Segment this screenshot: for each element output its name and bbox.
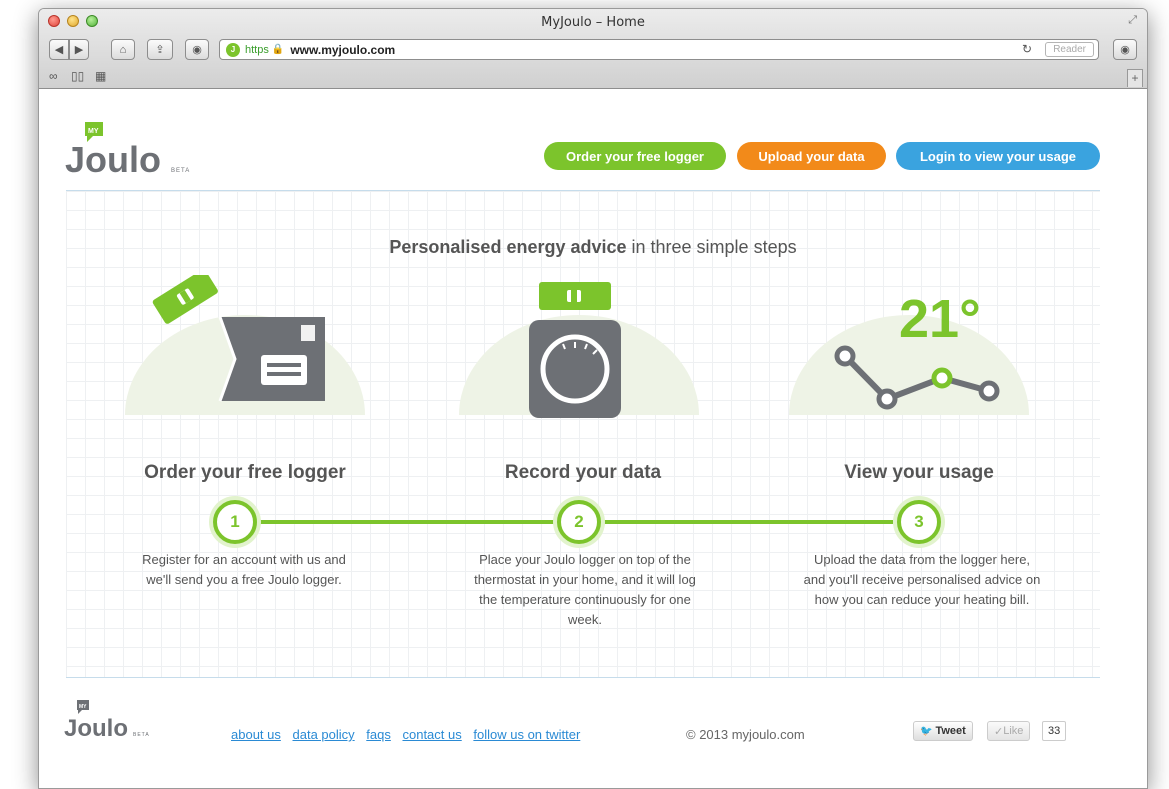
forward-arrow-icon: ▶ xyxy=(74,44,84,56)
footer-logo-name: Joulo xyxy=(64,715,128,742)
steps-timeline: 1 2 3 xyxy=(213,500,941,548)
reader-button[interactable]: Reader xyxy=(1045,42,1094,57)
thermostat-illustration xyxy=(459,282,699,427)
headline-rest: in three simple steps xyxy=(626,237,797,257)
logo-beta: BETA xyxy=(171,168,190,174)
url-https: https xyxy=(245,43,269,56)
lock-icon: 🔒 xyxy=(271,44,285,55)
step-3-number: 3 xyxy=(897,500,941,544)
extension-button[interactable]: ◉ xyxy=(185,39,209,60)
tweet-label: Tweet xyxy=(935,725,966,737)
site-favicon-icon: J xyxy=(226,42,240,57)
checkmark-icon: ✓ xyxy=(994,725,1004,738)
step-3-text: Upload the data from the logger here, an… xyxy=(803,552,1041,607)
footer-links: about us data policy faqs contact us fol… xyxy=(231,727,588,742)
browser-chrome: MyJoulo – Home ⤢ ◀ ▶ ⌂ ⇪ ◉ J https 🔒 www… xyxy=(39,9,1147,89)
logger-icon xyxy=(152,269,218,324)
logo-name: Joulo xyxy=(65,139,161,180)
url-text: www.myjoulo.com xyxy=(290,42,396,57)
envelope-icon xyxy=(218,316,325,402)
usage-chart-illustration: 21° xyxy=(789,282,1029,427)
step-1-title: Order your free logger xyxy=(144,462,346,483)
tweet-button[interactable]: 🐦 Tweet xyxy=(913,721,973,741)
timeline-line-1 xyxy=(253,520,563,524)
temperature-reading: 21° xyxy=(899,289,981,349)
headline-bold: Personalised energy advice xyxy=(389,237,627,257)
footer-logo[interactable]: MY Joulo BETA xyxy=(63,698,163,747)
downloads-icon: ◉ xyxy=(1120,44,1130,56)
forward-button[interactable]: ▶ xyxy=(69,39,89,60)
browser-window: MyJoulo – Home ⤢ ◀ ▶ ⌂ ⇪ ◉ J https 🔒 www… xyxy=(38,8,1148,789)
footer-logo-beta: BETA xyxy=(133,732,150,738)
back-button[interactable]: ◀ xyxy=(49,39,69,60)
bookmarks-icon[interactable]: ▯▯ xyxy=(71,69,84,83)
step-2-title: Record your data xyxy=(504,462,662,483)
step-1-number: 1 xyxy=(213,500,257,544)
timeline-line-2 xyxy=(603,520,893,524)
login-button[interactable]: Login to view your usage xyxy=(896,142,1100,170)
headline: Personalised energy advice in three simp… xyxy=(39,237,1147,258)
logger-icon xyxy=(539,282,611,310)
contact-us-link[interactable]: contact us xyxy=(402,727,461,742)
reading-list-icon[interactable]: ∞ xyxy=(49,69,58,83)
logo-my: MY xyxy=(88,128,99,135)
thermostat-icon xyxy=(529,320,621,418)
like-button[interactable]: ✓ Like xyxy=(987,721,1031,741)
order-logger-button[interactable]: Order your free logger xyxy=(544,142,726,170)
reload-icon[interactable]: ↻ xyxy=(1022,42,1032,56)
data-policy-link[interactable]: data policy xyxy=(293,727,355,742)
like-count: 33 xyxy=(1042,721,1067,741)
step-3-title: View your usage xyxy=(844,462,994,483)
envelope-illustration xyxy=(125,269,365,420)
share-button[interactable]: ⇪ xyxy=(147,39,173,60)
fullscreen-icon[interactable]: ⤢ xyxy=(1128,14,1137,27)
new-tab-icon[interactable]: + xyxy=(1127,69,1143,87)
home-button[interactable]: ⌂ xyxy=(111,39,135,60)
faqs-link[interactable]: faqs xyxy=(366,727,391,742)
extension-icon: ◉ xyxy=(192,44,202,56)
step-2-number: 2 xyxy=(557,500,601,544)
twitter-bird-icon: 🐦 xyxy=(920,725,933,737)
share-icon: ⇪ xyxy=(155,44,165,56)
upload-data-button[interactable]: Upload your data xyxy=(737,142,886,170)
step-2-text: Place your Joulo logger on top of the th… xyxy=(474,552,696,627)
home-icon: ⌂ xyxy=(119,43,127,56)
downloads-button[interactable]: ◉ xyxy=(1113,39,1137,60)
back-arrow-icon: ◀ xyxy=(54,44,64,56)
like-label: Like xyxy=(1003,725,1024,737)
twitter-link[interactable]: follow us on twitter xyxy=(473,727,580,742)
joulo-logo[interactable]: MY Joulo BETA xyxy=(63,120,203,185)
copyright: © 2013 myjoulo.com xyxy=(686,727,805,742)
page-content: MY Joulo BETA Order your free logger Upl… xyxy=(39,90,1147,788)
footer-logo-my: MY xyxy=(79,704,87,710)
window-title: MyJoulo – Home xyxy=(541,15,645,30)
about-us-link[interactable]: about us xyxy=(231,727,281,742)
top-sites-icon[interactable]: ▦ xyxy=(95,69,106,83)
step-1-text: Register for an account with us and we'l… xyxy=(142,552,346,587)
address-bar[interactable]: J https 🔒 www.myjoulo.com ↻ Reader xyxy=(219,39,1099,60)
